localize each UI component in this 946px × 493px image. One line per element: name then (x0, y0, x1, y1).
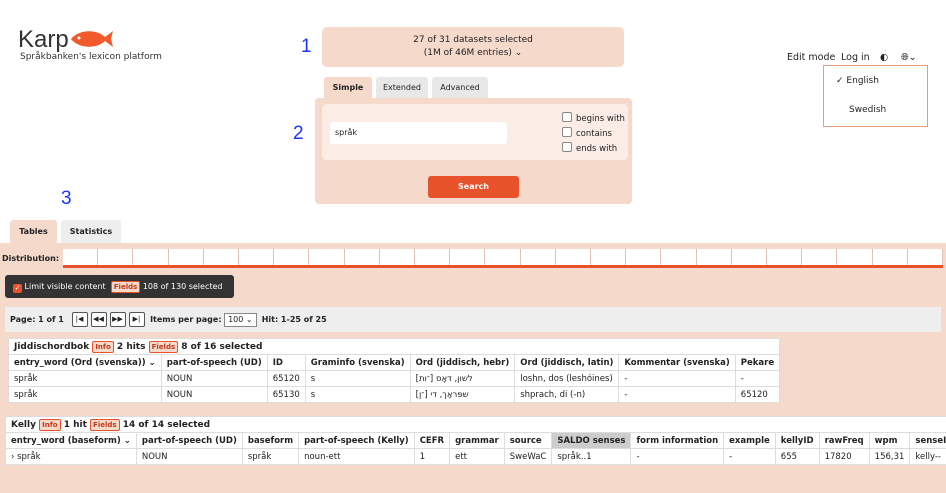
logo-title: Karp (18, 26, 69, 53)
table-header: entry_word (Ord (svenska)) ⌄ part-of-spe… (8, 354, 781, 371)
table-kelly: Kelly Info 1 hit Fields 14 of 14 selecte… (4, 416, 946, 465)
entry-count: (1M of 46M entries) ⌄ (423, 48, 523, 58)
first-page-icon[interactable]: |◀ (71, 312, 88, 327)
checkbox-icon[interactable] (562, 142, 572, 152)
fields-button[interactable]: Fields (148, 340, 179, 353)
dataset-selector[interactable]: 27 of 31 datasets selected (1M of 46M en… (322, 27, 624, 67)
column-header[interactable]: entry_word (baseform) ⌄ (5, 432, 137, 449)
expand-chevron-icon[interactable]: › (11, 452, 14, 462)
language-swedish[interactable]: Swedish (849, 105, 886, 115)
annotation-3: 3 (61, 188, 72, 209)
column-header[interactable]: part-of-speech (UD) (135, 432, 243, 449)
limit-visible-content[interactable]: ✓ Limit visible content Fields 108 of 13… (5, 275, 234, 298)
items-per-page-label: Items per page: (150, 315, 222, 324)
column-header[interactable]: Kommentar (svenska) (618, 354, 736, 371)
column-header[interactable]: SALDO senses (551, 432, 632, 449)
fish-logo-icon (71, 31, 113, 47)
tab-simple[interactable]: Simple (324, 77, 372, 98)
table-row[interactable]: språk NOUN 65120 s לשון, דאָס [־ות] loshn, do… (8, 370, 781, 387)
column-header[interactable]: kellyID (774, 432, 820, 449)
language-icon[interactable]: 🌐︎⌄ (901, 52, 917, 63)
theme-toggle-icon[interactable]: ◐ (880, 52, 888, 63)
column-header[interactable]: baseform (241, 432, 300, 449)
column-header[interactable]: entry_word (Ord (svenska)) ⌄ (8, 354, 162, 371)
tab-advanced[interactable]: Advanced (432, 77, 488, 98)
fields-button[interactable]: Fields (110, 281, 141, 293)
hit-count: Hit: 1-25 of 25 (261, 315, 327, 324)
column-header[interactable]: grammar (449, 432, 505, 449)
column-header[interactable]: rawFreq (818, 432, 870, 449)
table-jiddischordbok: Jiddischordbok Info 2 hits Fields 8 of 1… (7, 338, 781, 403)
checkbox-icon[interactable] (562, 112, 572, 122)
table-caption: Kelly Info 1 hit Fields 14 of 14 selecte… (4, 416, 946, 433)
column-header[interactable]: example (723, 432, 776, 449)
logo-subtitle: Språkbanken's lexicon platform (20, 52, 162, 62)
option-ends-with[interactable]: ends with (562, 142, 617, 154)
page-indicator: Page: 1 of 1 (10, 315, 64, 324)
pager: Page: 1 of 1 |◀ ◀◀ ▶▶ ▶| Items per page: 10… (5, 307, 941, 332)
check-icon: ✓ (836, 76, 844, 86)
dataset-count: 27 of 31 datasets selected (413, 35, 533, 45)
info-button[interactable]: Info (92, 340, 114, 353)
tab-tables[interactable]: Tables (10, 220, 57, 243)
last-page-icon[interactable]: ▶| (128, 312, 145, 327)
search-input[interactable]: språk (330, 122, 507, 144)
annotation-1: 1 (301, 36, 312, 57)
tab-extended[interactable]: Extended (376, 77, 428, 98)
option-begins-with[interactable]: begins with (562, 112, 625, 124)
prev-page-icon[interactable]: ◀◀ (90, 312, 107, 327)
column-header[interactable]: ID (266, 354, 306, 371)
tab-statistics[interactable]: Statistics (61, 220, 121, 243)
column-header[interactable]: Ord (jiddisch, latin) (514, 354, 620, 371)
column-header[interactable]: CEFR (413, 432, 451, 449)
column-header[interactable]: part-of-speech (Kelly) (298, 432, 415, 449)
items-per-page-select[interactable]: 100 ⌄ (224, 313, 257, 327)
distribution-underline (63, 265, 943, 268)
login-link[interactable]: Log in (841, 52, 870, 63)
table-row[interactable]: › språk NOUN språk noun-ett 1 ett SweWaC språk.… (5, 448, 946, 465)
fields-count: 108 of 130 selected (142, 282, 223, 291)
column-header[interactable]: part-of-speech (UD) (160, 354, 268, 371)
checkbox-checked-icon[interactable]: ✓ (13, 284, 22, 293)
distribution-label: Distribution: (2, 254, 60, 263)
column-header[interactable]: source (503, 432, 553, 449)
fields-button[interactable]: Fields (90, 418, 120, 431)
language-menu: ✓ English Swedish (823, 65, 928, 127)
column-header[interactable]: senseID (909, 432, 946, 449)
distribution-bar[interactable] (63, 249, 944, 265)
checkbox-icon[interactable] (562, 127, 572, 137)
column-header[interactable]: Ord (jiddisch, hebr) (409, 354, 516, 371)
edit-mode-link[interactable]: Edit mode (787, 52, 835, 63)
table-caption: Jiddischordbok Info 2 hits Fields 8 of 1… (7, 338, 781, 355)
search-button[interactable]: Search (428, 176, 519, 198)
annotation-2: 2 (293, 123, 304, 144)
column-header[interactable]: wpm (868, 432, 911, 449)
limit-label: Limit visible content (24, 282, 106, 291)
info-button[interactable]: Info (39, 418, 61, 431)
column-header[interactable]: Pekare (734, 354, 781, 371)
table-header: entry_word (baseform) ⌄ part-of-speech (… (5, 432, 946, 449)
option-contains[interactable]: contains (562, 127, 612, 139)
table-row[interactable]: språk NOUN 65130 s שפּראַך, די [־ן] shprach, … (8, 386, 781, 403)
column-header[interactable]: Graminfo (svenska) (304, 354, 411, 371)
language-english[interactable]: ✓ English (836, 76, 879, 86)
next-page-icon[interactable]: ▶▶ (109, 312, 126, 327)
column-header[interactable]: form information (630, 432, 725, 449)
